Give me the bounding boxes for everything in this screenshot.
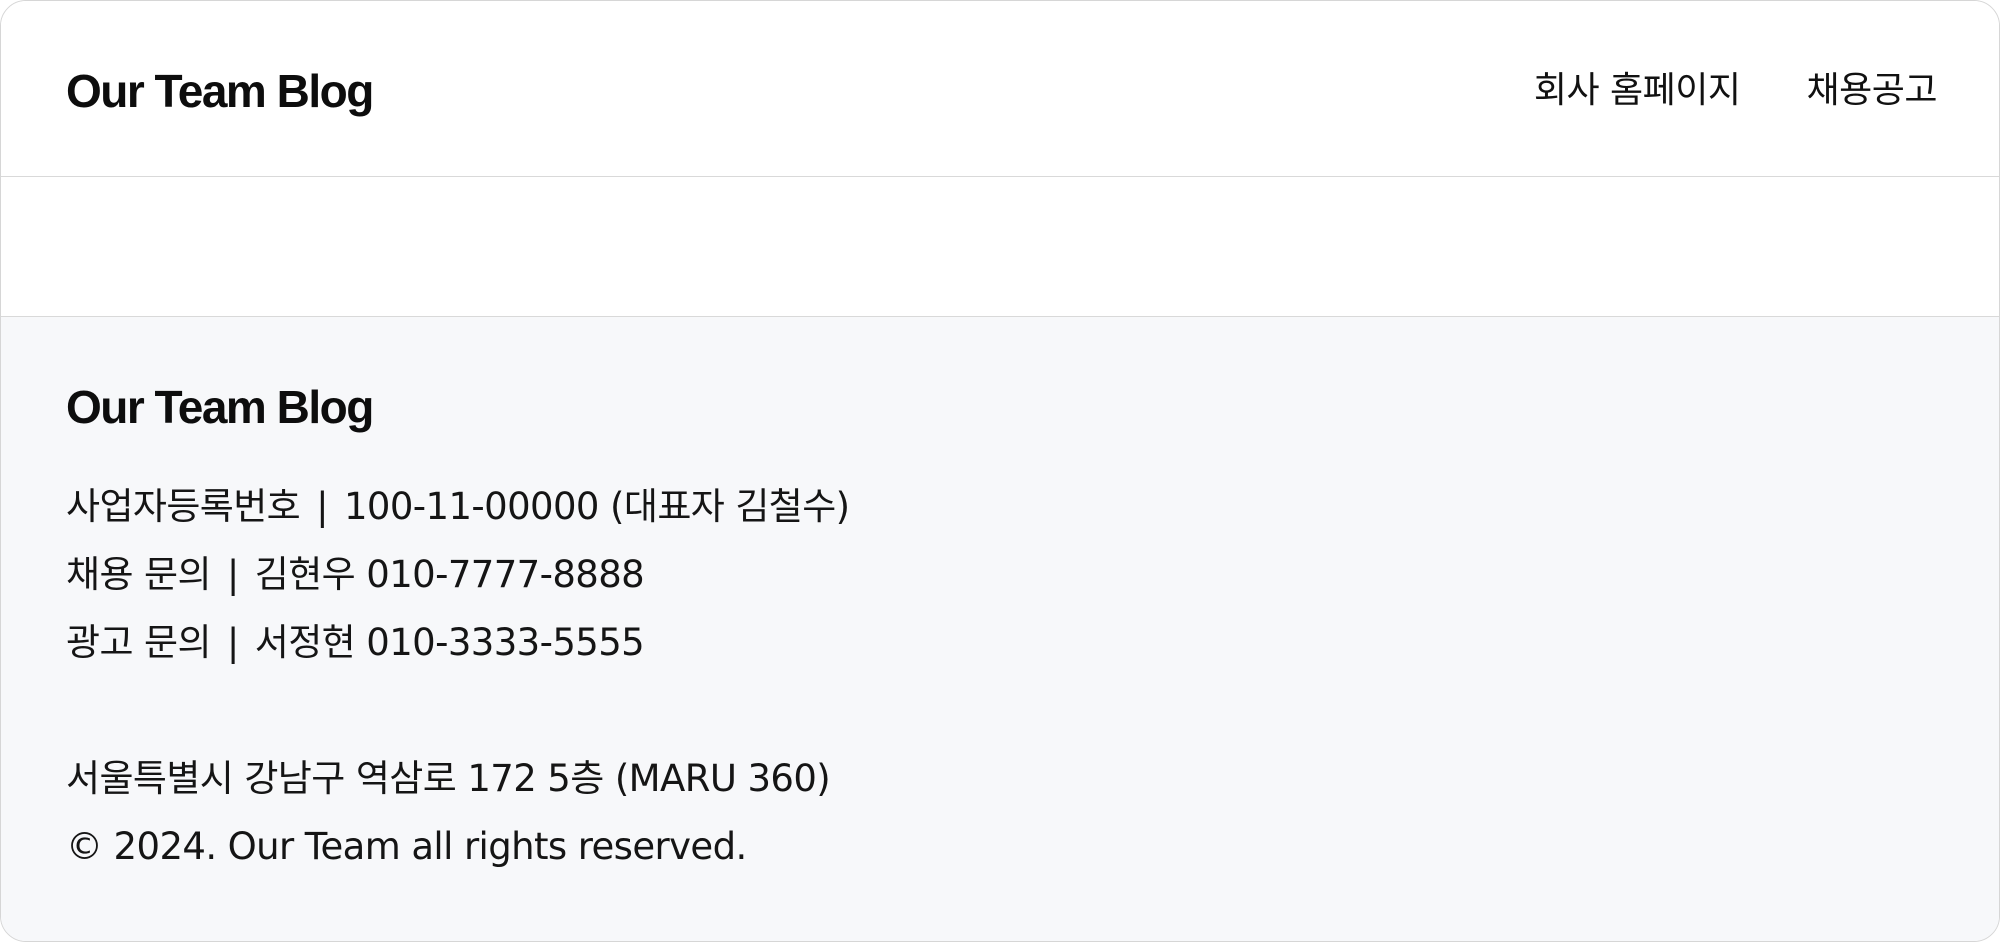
address-text: 서울특별시 강남구 역삼로 172 5층 (MARU 360): [66, 757, 831, 800]
content-area: [1, 177, 1999, 317]
header-nav: 회사 홈페이지 채용공고: [1534, 63, 1938, 119]
copyright-text: © 2024. Our Team all rights reserved.: [66, 825, 747, 868]
separator: |: [316, 485, 328, 528]
footer-logo: Our Team Blog: [66, 381, 374, 433]
footer-contact-info: 사업자등록번호 | 100-11-00000 (대표자 김철수) 채용 문의 | 김현우…: [66, 473, 850, 677]
nav-link-recruitment[interactable]: 채용공고: [1807, 63, 1938, 119]
separator: |: [226, 621, 239, 664]
contact-value: 100-11-00000 (대표자 김철수): [343, 485, 850, 528]
separator: |: [226, 553, 239, 596]
recruitment-inquiry-line: 채용 문의 | 김현우 010-7777-8888: [66, 541, 850, 609]
nav-link-company-homepage[interactable]: 회사 홈페이지: [1534, 63, 1741, 119]
contact-value: 김현우 010-7777-8888: [254, 553, 645, 596]
contact-label: 채용 문의: [66, 553, 212, 596]
site-header: Our Team Blog 회사 홈페이지 채용공고: [1, 1, 1999, 177]
business-registration-line: 사업자등록번호 | 100-11-00000 (대표자 김철수): [66, 473, 850, 541]
contact-label: 사업자등록번호: [66, 485, 301, 528]
advertising-inquiry-line: 광고 문의 | 서정현 010-3333-5555: [66, 609, 850, 677]
site-footer: Our Team Blog 사업자등록번호 | 100-11-00000 (대표자 …: [1, 317, 1999, 941]
footer-address-block: 서울특별시 강남구 역삼로 172 5층 (MARU 360) © 2024. …: [66, 745, 831, 881]
page-frame: Our Team Blog 회사 홈페이지 채용공고 Our Team Blog…: [0, 0, 2000, 942]
contact-value: 서정현 010-3333-5555: [254, 621, 645, 664]
header-logo[interactable]: Our Team Blog: [66, 59, 374, 123]
contact-label: 광고 문의: [66, 621, 212, 664]
